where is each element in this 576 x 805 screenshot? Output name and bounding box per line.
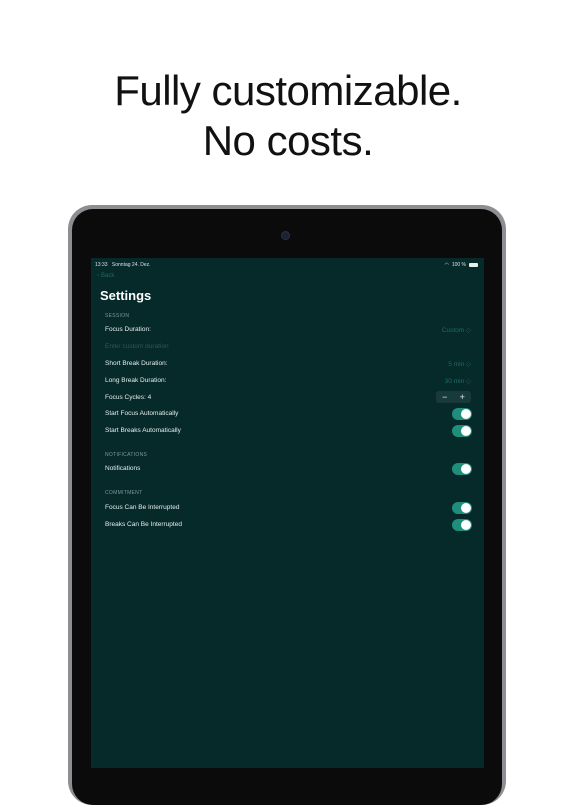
start-focus-auto-toggle[interactable] [452, 408, 472, 420]
short-break-label: Short Break Duration: [105, 360, 168, 367]
toggle-knob [461, 409, 471, 419]
notifications-label: Notifications [105, 465, 141, 472]
front-camera [281, 231, 290, 240]
headline-line-2: No costs. [202, 117, 374, 164]
section-header-notifications: NOTIFICATIONS [105, 452, 148, 458]
page-title: Settings [100, 288, 152, 303]
battery-percent: 100 % [451, 262, 466, 268]
start-breaks-auto-label: Start Breaks Automatically [105, 427, 181, 434]
focus-interrupted-toggle[interactable] [452, 502, 472, 514]
focus-interrupted-label: Focus Can Be Interrupted [105, 504, 180, 511]
stepper-minus-button[interactable]: − [436, 391, 453, 403]
focus-cycles-label: Focus Cycles: 4 [105, 394, 152, 401]
notifications-toggle[interactable] [452, 463, 472, 475]
headline: Fully customizable. No costs. [0, 66, 576, 166]
toggle-knob [461, 520, 471, 530]
long-break-label: Long Break Duration: [105, 377, 167, 384]
chevron-left-icon: ‹ [97, 273, 99, 279]
section-header-session: SESSION [105, 313, 130, 319]
back-button[interactable]: ‹ Back [97, 273, 116, 279]
toggle-knob [461, 464, 471, 474]
toggle-knob [461, 503, 471, 513]
focus-duration-picker[interactable]: Custom ◇ [442, 326, 471, 334]
settings-screen: 13:33 Sonntag 24. Dez. ◠ 100 % ‹ Back Set… [91, 258, 484, 768]
long-break-picker[interactable]: 30 min ◇ [445, 377, 471, 385]
wifi-icon: ◠ [444, 262, 449, 268]
back-label: Back [101, 273, 115, 279]
start-breaks-auto-toggle[interactable] [452, 425, 472, 437]
start-focus-auto-label: Start Focus Automatically [105, 410, 179, 417]
status-time: 13:33 [95, 262, 108, 268]
section-header-commitment: COMMITMENT [105, 490, 143, 496]
short-break-picker[interactable]: 5 min ◇ [448, 360, 471, 368]
toggle-knob [461, 426, 471, 436]
breaks-interrupted-toggle[interactable] [452, 519, 472, 531]
status-bar: 13:33 Sonntag 24. Dez. ◠ 100 % [91, 260, 484, 270]
headline-line-1: Fully customizable. [114, 67, 462, 114]
focus-duration-label: Focus Duration: [105, 326, 151, 333]
stepper-plus-button[interactable]: + [454, 391, 471, 403]
custom-duration-input[interactable]: Enter custom duration [105, 343, 169, 350]
focus-cycles-stepper: − + [436, 391, 471, 403]
breaks-interrupted-label: Breaks Can Be Interrupted [105, 521, 182, 528]
status-date: Sonntag 24. Dez. [111, 262, 151, 268]
battery-icon [469, 263, 478, 267]
